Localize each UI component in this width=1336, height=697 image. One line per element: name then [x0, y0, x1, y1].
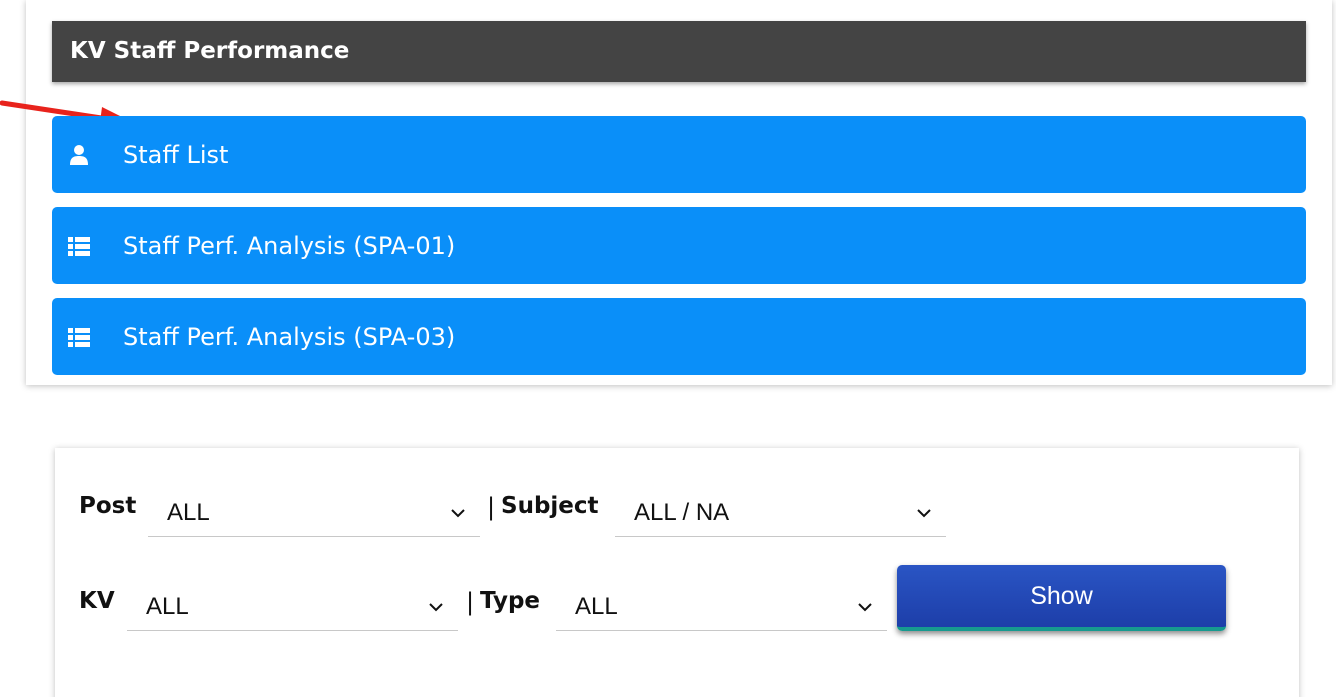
chevron-down-icon — [429, 603, 443, 612]
chevron-down-icon — [451, 509, 465, 518]
type-select-value: ALL — [575, 593, 618, 620]
separator: | — [487, 493, 496, 521]
list-icon — [68, 326, 90, 348]
chevron-down-icon — [858, 603, 872, 612]
show-button[interactable]: Show — [897, 565, 1226, 631]
post-select-value: ALL — [167, 499, 210, 526]
list-icon — [68, 235, 90, 257]
post-select[interactable]: ALL — [148, 491, 480, 537]
menu-item-label: Staff Perf. Analysis (SPA-03) — [123, 322, 456, 351]
user-icon — [68, 144, 90, 166]
chevron-down-icon — [917, 509, 931, 518]
menu-item-staff-list[interactable]: Staff List — [52, 116, 1306, 193]
kv-select[interactable]: ALL — [127, 585, 458, 631]
panel-title: KV Staff Performance — [52, 21, 1306, 82]
kv-select-value: ALL — [146, 593, 189, 620]
subject-select-value: ALL / NA — [634, 499, 730, 526]
separator: | — [466, 588, 475, 616]
subject-select[interactable]: ALL / NA — [615, 491, 946, 537]
type-select[interactable]: ALL — [556, 585, 887, 631]
post-label: Post — [79, 493, 137, 519]
menu-item-label: Staff Perf. Analysis (SPA-01) — [123, 231, 456, 260]
page: KV Staff Performance Staff List Staff Pe… — [0, 0, 1336, 697]
menu-item-label: Staff List — [123, 140, 229, 169]
menu-item-spa-01[interactable]: Staff Perf. Analysis (SPA-01) — [52, 207, 1306, 284]
type-label: Type — [480, 588, 541, 614]
subject-label: Subject — [501, 493, 599, 519]
menu-item-spa-03[interactable]: Staff Perf. Analysis (SPA-03) — [52, 298, 1306, 375]
kv-label: KV — [79, 588, 115, 614]
